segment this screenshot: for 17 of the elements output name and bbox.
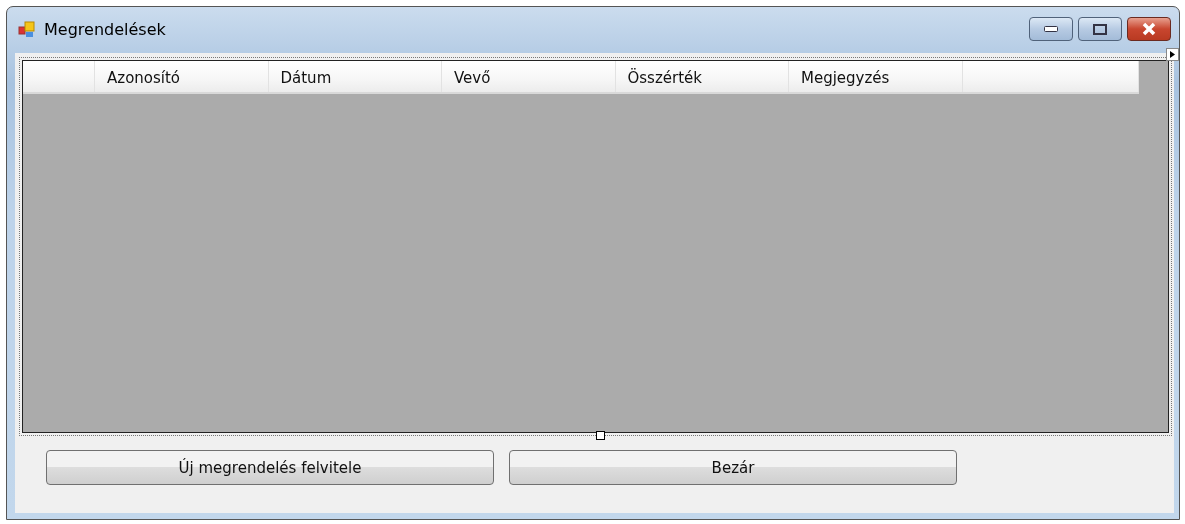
column-header[interactable]: Vevő <box>442 61 616 92</box>
close-icon <box>1141 22 1157 36</box>
minimize-icon <box>1044 26 1058 32</box>
column-header[interactable]: Dátum <box>268 61 442 92</box>
resize-handle[interactable] <box>595 431 605 440</box>
minimize-button[interactable] <box>1029 17 1073 41</box>
window-title: Megrendelések <box>44 19 166 39</box>
column-header[interactable]: Megjegyzés <box>789 61 963 92</box>
column-header[interactable]: Azonosító <box>95 61 269 92</box>
form-button[interactable]: Bezár <box>509 450 957 485</box>
form-button[interactable]: Új megrendelés felvitele <box>46 450 494 485</box>
column-header[interactable]: Összérték <box>615 61 789 92</box>
data-grid[interactable]: Azonosító Dátum Vevő Összérték Megjegyzés <box>22 60 1169 433</box>
app-icon <box>18 20 36 38</box>
maximize-icon <box>1093 23 1107 35</box>
maximize-button[interactable] <box>1078 17 1122 41</box>
close-button[interactable] <box>1127 17 1171 41</box>
